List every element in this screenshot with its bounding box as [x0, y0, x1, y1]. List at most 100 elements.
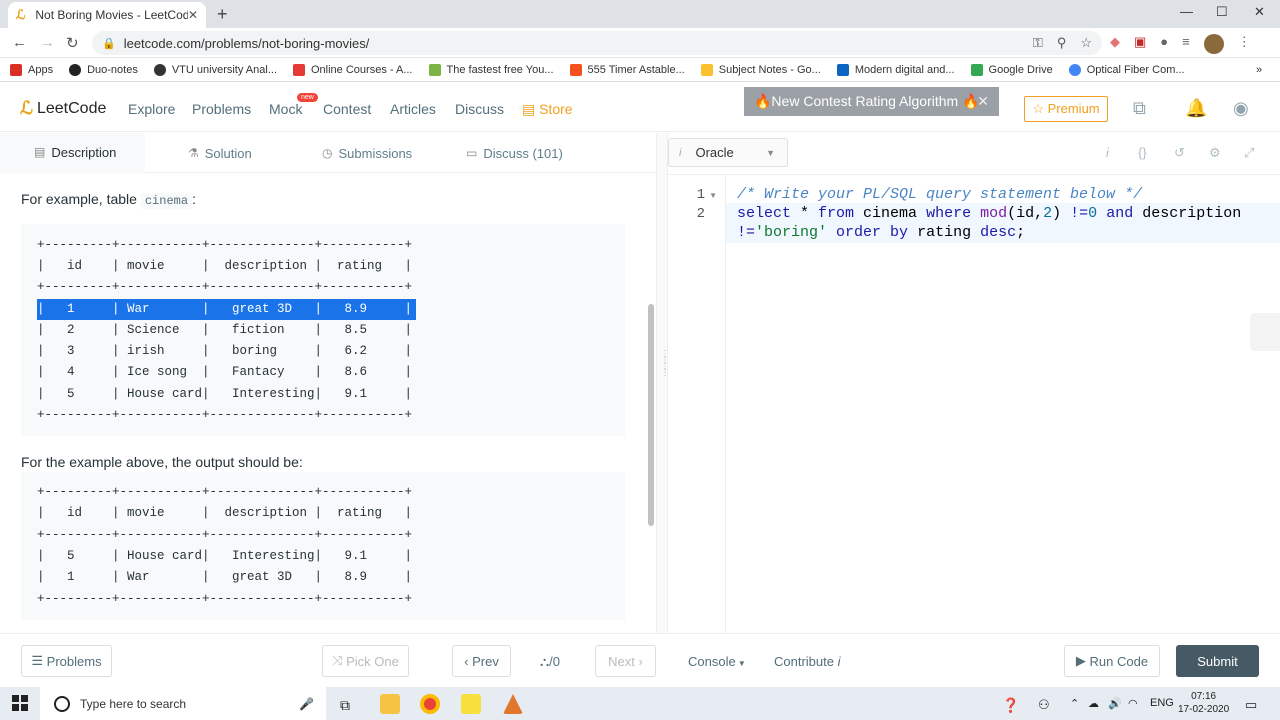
input-language[interactable]: ENG [1150, 697, 1174, 709]
tab-solution[interactable]: ⚗ Solution [188, 133, 252, 173]
reload-icon[interactable]: ↻ [66, 34, 79, 52]
pick-one-button[interactable]: ⤨ Pick One [322, 645, 409, 677]
file-explorer-icon[interactable] [380, 694, 400, 714]
prev-button[interactable]: ‹ Prev [452, 645, 511, 677]
tab-submissions[interactable]: ◷ Submissions [322, 133, 412, 173]
next-button[interactable]: Next › [595, 645, 656, 677]
problems-list-button[interactable]: ☰ Problems [21, 645, 112, 677]
taskbar-search[interactable]: Type here to search 🎤 [40, 687, 326, 720]
bookmark-star-icon[interactable]: ☆ [1080, 35, 1092, 51]
bookmark-icon [569, 63, 582, 76]
nav-store[interactable]: ▤ Store [522, 101, 573, 118]
tab-discuss[interactable]: ▭ Discuss (101) [466, 133, 563, 173]
forward-icon[interactable]: → [40, 34, 55, 51]
tab-title: Not Boring Movies - LeetCode [35, 8, 188, 22]
side-panel-toggle[interactable] [1250, 313, 1280, 351]
task-view-icon[interactable]: ⧉ [340, 697, 350, 714]
notifications-bell-icon[interactable]: 🔔 [1185, 98, 1207, 119]
system-clock[interactable]: 07:16 17-02-2020 [1178, 690, 1229, 716]
maximize-icon[interactable]: ☐ [1216, 4, 1228, 20]
sticky-notes-icon[interactable] [461, 694, 481, 714]
windows-start-icon[interactable] [12, 695, 28, 711]
console-toggle[interactable]: Console ▼ [688, 654, 746, 669]
nav-articles[interactable]: Articles [390, 101, 436, 117]
minimize-icon[interactable]: — [1180, 4, 1193, 19]
bookmark[interactable]: Google Drive [970, 63, 1053, 76]
menu-icon[interactable]: ⋮ [1238, 34, 1251, 54]
premium-button[interactable]: ☆ Premium [1024, 96, 1108, 122]
tab-submissions-label: Submissions [338, 145, 413, 161]
nav-discuss[interactable]: Discuss [455, 101, 504, 117]
fullscreen-icon[interactable]: ⤢ [1244, 145, 1254, 161]
chevron-down-icon: ▼ [766, 147, 775, 158]
fold-arrow-icon[interactable]: ▼ [709, 191, 717, 200]
table-line: | 5 | House card| Interesting| 9.1 | [37, 387, 413, 401]
line-gutter: 1 ▼ 2 [668, 175, 726, 633]
contribute-link[interactable]: Contribute i [774, 654, 840, 669]
tab-description[interactable]: ▤ Description [0, 133, 145, 173]
braces-icon[interactable]: {} [1138, 145, 1147, 160]
run-code-button[interactable]: ▶ Run Code [1064, 645, 1160, 677]
bookmark-apps[interactable]: Apps [10, 63, 53, 76]
bookmark[interactable]: VTU university Anal... [153, 63, 277, 76]
tray-chevron-up-icon[interactable]: ⌃ [1070, 697, 1079, 710]
language-select[interactable]: i Oracle ▼ [668, 138, 788, 167]
description-scrollbar[interactable] [648, 304, 654, 526]
lock-icon: 🔒 [102, 37, 116, 50]
bookmark[interactable]: Optical Fiber Com... [1068, 63, 1185, 76]
bookmark[interactable]: Online Courses - A... [293, 63, 413, 76]
info-icon[interactable]: i [1106, 145, 1109, 160]
key-icon[interactable]: ⚿ [1033, 35, 1043, 51]
colon: : [192, 191, 196, 207]
nav-problems[interactable]: Problems [192, 101, 251, 117]
input-table-block: +---------+-----------+--------------+--… [21, 224, 625, 436]
nav-contest[interactable]: Contest [323, 101, 371, 117]
settings-gear-icon[interactable]: ⚙ [1209, 145, 1221, 161]
media-icon[interactable]: ≡ [1182, 34, 1190, 54]
extension-icon[interactable]: ▣ [1134, 34, 1146, 54]
leetcode-logo[interactable]: ℒ LeetCode [20, 98, 106, 119]
microphone-icon[interactable]: 🎤 [299, 697, 314, 711]
contest-banner[interactable]: 🔥New Contest Rating Algorithm 🔥 ✕ [744, 87, 999, 116]
browser-tab[interactable]: ℒ Not Boring Movies - LeetCode ✕ [8, 2, 206, 28]
chrome-icon[interactable] [420, 694, 440, 714]
bookmarks-more-icon[interactable]: » [1256, 64, 1262, 76]
window-close-icon[interactable]: ✕ [1254, 4, 1265, 20]
bookmark[interactable]: Duo-notes [69, 63, 138, 76]
volume-icon[interactable]: 🔊 [1108, 697, 1122, 710]
bookmark[interactable]: Modern digital and... [836, 63, 955, 76]
extension-icon[interactable]: ◆ [1110, 34, 1120, 54]
help-icon[interactable]: ❓ [1002, 697, 1019, 714]
tab-close-icon[interactable]: ✕ [188, 8, 198, 22]
clock-icon: ◷ [322, 146, 333, 160]
bookmark[interactable]: Subject Notes - Go... [700, 63, 821, 76]
code-editor[interactable]: 1 ▼ 2 /* Write your PL/SQL query stateme… [668, 174, 1280, 633]
output-table-block: +---------+-----------+--------------+--… [21, 472, 625, 620]
user-account-icon[interactable]: ◉ [1233, 98, 1249, 119]
reset-icon[interactable]: ↺ [1174, 145, 1185, 161]
submit-button[interactable]: Submit [1176, 645, 1259, 677]
panel-divider[interactable] [656, 133, 668, 633]
nav-explore[interactable]: Explore [128, 101, 175, 117]
matlab-icon[interactable] [503, 694, 523, 714]
table-line: +---------+-----------+--------------+--… [37, 408, 413, 422]
banner-close-icon[interactable]: ✕ [977, 93, 989, 110]
url-field[interactable]: 🔒 leetcode.com/problems/not-boring-movie… [92, 31, 1102, 55]
people-icon[interactable]: ⚇ [1038, 697, 1050, 713]
nav-mock[interactable]: Mock [269, 101, 302, 117]
action-center-icon[interactable]: ▭ [1245, 697, 1257, 713]
bookmark[interactable]: 555 Timer Astable... [569, 63, 685, 76]
profile-avatar[interactable] [1203, 34, 1224, 54]
zoom-icon[interactable]: ⚲ [1057, 35, 1067, 51]
drive-icon [970, 63, 983, 76]
new-tab-icon[interactable]: + [217, 4, 228, 25]
back-icon[interactable]: ← [12, 34, 27, 51]
cloud-icon[interactable]: ☁ [1088, 697, 1099, 710]
bookmark[interactable]: The fastest free You... [428, 63, 554, 76]
new-badge: new [297, 93, 318, 102]
extension-icon[interactable]: ● [1160, 34, 1168, 54]
wifi-icon[interactable]: ◠ [1128, 697, 1138, 710]
playground-icon[interactable]: ⧉ [1133, 98, 1146, 119]
contribute-label: Contribute [774, 654, 834, 669]
leetcode-logo-icon: ℒ [20, 98, 33, 118]
